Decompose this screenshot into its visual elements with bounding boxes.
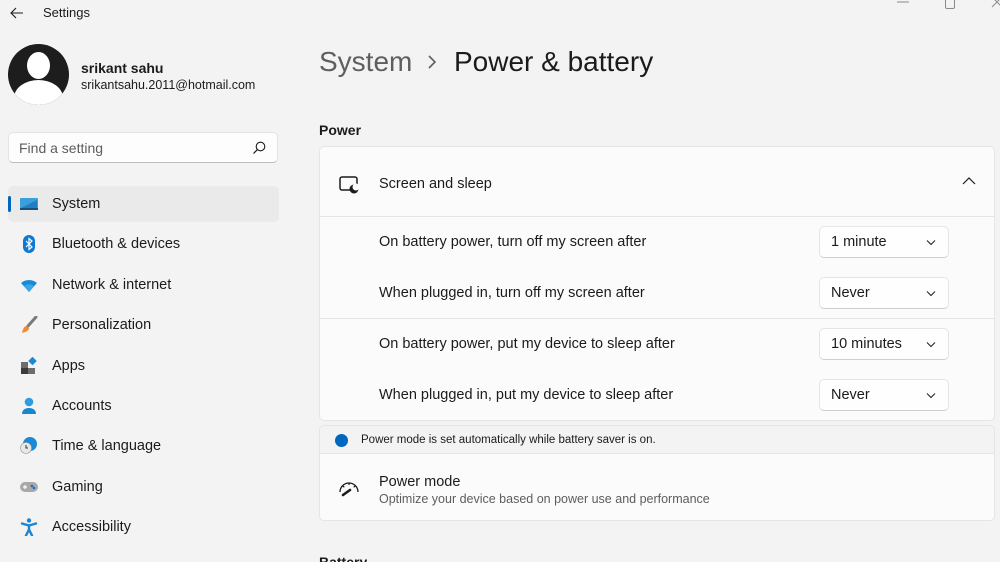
maximize-icon	[945, 0, 955, 9]
brush-icon	[22, 316, 38, 334]
sidebar-item-label: Accounts	[52, 397, 112, 414]
section-label-power: Power	[319, 122, 362, 138]
setting-row: On battery power, turn off my screen aft…	[320, 217, 994, 268]
user-email: srikantsahu.2011@hotmail.com	[81, 78, 256, 92]
bluetooth-icon	[23, 235, 35, 254]
chevron-down-icon	[926, 393, 936, 399]
search-icon[interactable]	[251, 140, 267, 156]
search-input[interactable]	[19, 133, 239, 162]
sidebar-item-label: Bluetooth & devices	[52, 236, 181, 253]
chevron-down-icon	[926, 240, 936, 246]
search-box[interactable]	[8, 132, 278, 163]
title-bar: Settings	[0, 0, 1000, 28]
breadcrumb-parent[interactable]: System	[319, 46, 412, 78]
sidebar-item-personalization[interactable]: Personalization	[8, 307, 279, 343]
chevron-right-icon	[428, 55, 437, 69]
chevron-down-icon	[926, 342, 936, 348]
battery-sleep-dropdown[interactable]: 10 minutes	[819, 328, 949, 360]
chevron-up-icon[interactable]	[962, 176, 976, 186]
minimize-button[interactable]	[880, 0, 926, 10]
person-icon	[22, 397, 36, 414]
dropdown-value: Never	[831, 387, 870, 403]
back-arrow-icon	[10, 7, 23, 19]
setting-row: When plugged in, put my device to sleep …	[320, 370, 994, 421]
chevron-down-icon	[926, 291, 936, 297]
avatar-head	[27, 52, 50, 79]
sidebar-item-accounts[interactable]: Accounts	[8, 388, 279, 424]
user-name: srikant sahu	[81, 60, 164, 76]
sidebar-item-label: Personalization	[52, 317, 152, 334]
system-icon	[20, 198, 38, 210]
maximize-button[interactable]	[927, 0, 973, 10]
apps-icon	[21, 356, 37, 374]
sidebar-item-bluetooth[interactable]: Bluetooth & devices	[8, 226, 279, 262]
sidebar-nav: System Bluetooth & devices Network & int…	[8, 186, 279, 550]
dropdown-value: 1 minute	[831, 234, 887, 250]
sidebar-item-network[interactable]: Network & internet	[8, 267, 279, 303]
avatar-body	[14, 80, 63, 105]
avatar[interactable]	[8, 44, 69, 105]
power-mode-subtitle: Optimize your device based on power use …	[379, 492, 710, 506]
battery-screen-off-dropdown[interactable]: 1 minute	[819, 226, 949, 258]
sidebar-item-label: Gaming	[52, 478, 103, 495]
setting-label: On battery power, put my device to sleep…	[379, 336, 675, 352]
active-indicator	[8, 196, 11, 212]
screen-sleep-header[interactable]: Screen and sleep	[320, 147, 994, 217]
app-title: Settings	[43, 5, 90, 20]
info-icon	[335, 434, 348, 447]
sidebar-item-label: System	[52, 196, 101, 212]
setting-label: When plugged in, put my device to sleep …	[379, 387, 674, 403]
close-icon	[991, 0, 1000, 8]
sidebar-item-label: Apps	[52, 357, 86, 374]
sidebar-item-accessibility[interactable]: Accessibility	[8, 509, 279, 545]
dropdown-value: Never	[831, 285, 870, 301]
setting-row: When plugged in, turn off my screen afte…	[320, 268, 994, 319]
setting-label: On battery power, turn off my screen aft…	[379, 234, 647, 250]
gauge-icon	[339, 482, 359, 497]
plugged-sleep-dropdown[interactable]: Never	[819, 379, 949, 411]
sidebar-item-time-language[interactable]: Time & language	[8, 428, 279, 464]
close-button[interactable]	[974, 0, 1000, 10]
sidebar-item-apps[interactable]: Apps	[8, 348, 279, 384]
section-label-battery: Battery	[319, 554, 368, 562]
back-button[interactable]	[6, 2, 28, 24]
info-text: Power mode is set automatically while ba…	[361, 434, 656, 446]
sidebar-item-label: Time & language	[52, 438, 162, 455]
sidebar-item-label: Accessibility	[52, 519, 131, 536]
sidebar-item-gaming[interactable]: Gaming	[8, 469, 279, 505]
minimize-icon	[897, 1, 909, 3]
accessibility-icon	[20, 518, 38, 537]
gamepad-icon	[20, 481, 38, 492]
setting-row: On battery power, put my device to sleep…	[320, 319, 994, 370]
sidebar-item-system[interactable]: System	[8, 186, 279, 222]
info-bar: Power mode is set automatically while ba…	[319, 425, 995, 454]
setting-label: When plugged in, turn off my screen afte…	[379, 285, 645, 301]
power-mode-card[interactable]: Power mode Optimize your device based on…	[319, 453, 995, 521]
globe-clock-icon	[20, 437, 37, 455]
plugged-screen-off-dropdown[interactable]: Never	[819, 277, 949, 309]
power-mode-title: Power mode	[379, 474, 461, 490]
screen-sleep-icon	[339, 176, 359, 194]
sidebar-item-label: Network & internet	[52, 276, 172, 293]
screen-sleep-card: Screen and sleep On battery power, turn …	[319, 146, 995, 421]
wifi-icon	[21, 279, 37, 292]
page-title: Power & battery	[454, 46, 654, 77]
screen-sleep-title: Screen and sleep	[379, 176, 492, 192]
dropdown-value: 10 minutes	[831, 336, 902, 352]
